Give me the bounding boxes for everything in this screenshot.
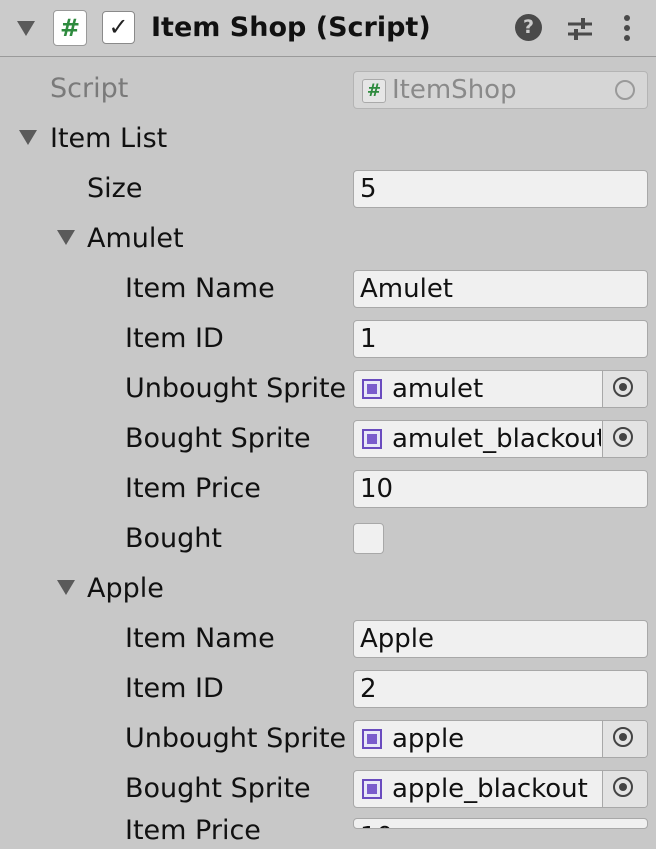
component-title: Item Shop (Script) bbox=[151, 12, 431, 43]
bought-sprite-field[interactable]: apple_blackout bbox=[353, 770, 648, 808]
element-header[interactable]: Apple bbox=[87, 571, 164, 607]
bought-sprite-value: amulet_blackout bbox=[392, 424, 601, 454]
item-id-label: Item ID bbox=[125, 673, 224, 704]
context-menu-icon[interactable] bbox=[620, 12, 634, 44]
component-foldout-arrow-icon[interactable] bbox=[17, 21, 35, 36]
item-name-input[interactable]: Apple bbox=[353, 620, 648, 658]
sprite-icon bbox=[362, 779, 382, 799]
size-label: Size bbox=[87, 173, 143, 204]
item-id-input[interactable]: 2 bbox=[353, 670, 648, 708]
script-picker-icon bbox=[615, 80, 635, 100]
sprite-icon bbox=[362, 729, 382, 749]
size-input[interactable]: 5 bbox=[353, 170, 648, 208]
script-label: Script bbox=[50, 73, 129, 104]
sprite-icon bbox=[362, 429, 382, 449]
object-picker-icon bbox=[613, 777, 633, 797]
script-field: # ItemShop bbox=[353, 71, 648, 109]
unbought-sprite-value: amulet bbox=[392, 374, 484, 404]
item-id-label: Item ID bbox=[125, 323, 224, 354]
unbought-sprite-value: apple bbox=[392, 724, 465, 754]
script-file-icon: # bbox=[362, 79, 386, 103]
unbought-sprite-label: Unbought Sprite bbox=[125, 723, 345, 754]
script-value: ItemShop bbox=[392, 75, 517, 105]
item-name-label: Item Name bbox=[125, 273, 275, 304]
item-price-label: Item Price bbox=[125, 473, 261, 504]
unbought-sprite-field[interactable]: amulet bbox=[353, 370, 648, 408]
bought-sprite-label: Bought Sprite bbox=[125, 773, 311, 804]
object-picker-button[interactable] bbox=[602, 421, 647, 457]
component-enabled-checkbox[interactable]: ✓ bbox=[102, 11, 135, 44]
element-foldout-icon[interactable] bbox=[57, 230, 75, 245]
bought-sprite-field[interactable]: amulet_blackout bbox=[353, 420, 648, 458]
item-list-foldout-icon[interactable] bbox=[19, 130, 37, 145]
component-header: # ✓ Item Shop (Script) ? bbox=[0, 0, 656, 57]
object-picker-button[interactable] bbox=[602, 771, 647, 807]
element-header[interactable]: Amulet bbox=[87, 221, 184, 257]
item-name-label: Item Name bbox=[125, 623, 275, 654]
sprite-icon bbox=[362, 379, 382, 399]
unbought-sprite-field[interactable]: apple bbox=[353, 720, 648, 758]
unbought-sprite-label: Unbought Sprite bbox=[125, 373, 345, 404]
item-name-input[interactable]: Amulet bbox=[353, 270, 648, 308]
object-picker-icon bbox=[613, 427, 633, 447]
help-icon[interactable]: ? bbox=[515, 14, 542, 41]
item-id-input[interactable]: 1 bbox=[353, 320, 648, 358]
object-picker-button[interactable] bbox=[602, 371, 647, 407]
bought-checkbox[interactable] bbox=[353, 523, 384, 554]
item-price-input[interactable]: 10 bbox=[353, 470, 648, 508]
object-picker-icon bbox=[613, 377, 633, 397]
bought-sprite-value: apple_blackout bbox=[392, 774, 588, 804]
presets-icon[interactable] bbox=[566, 13, 594, 45]
bought-label: Bought bbox=[125, 523, 222, 554]
item-price-label: Item Price bbox=[125, 815, 261, 846]
item-list-label[interactable]: Item List bbox=[50, 121, 167, 157]
script-icon: # bbox=[53, 10, 87, 46]
object-picker-button[interactable] bbox=[602, 721, 647, 757]
item-price-input[interactable]: 10 bbox=[353, 818, 648, 829]
bought-sprite-label: Bought Sprite bbox=[125, 423, 311, 454]
object-picker-icon bbox=[613, 727, 633, 747]
element-foldout-icon[interactable] bbox=[57, 580, 75, 595]
